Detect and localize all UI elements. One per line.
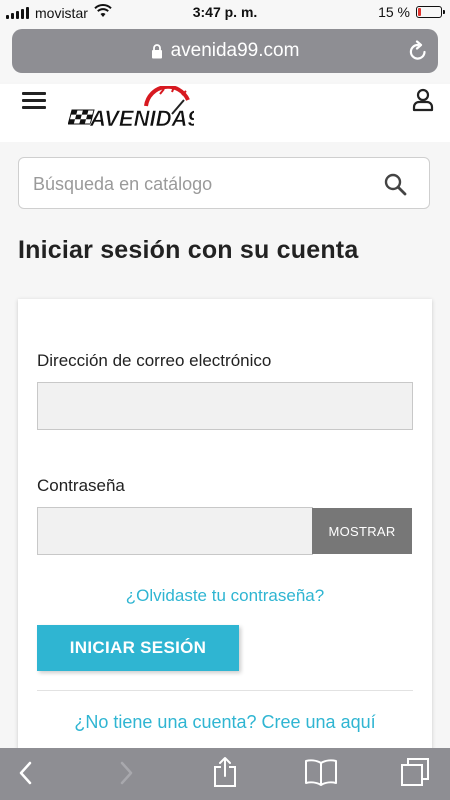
forgot-password-link[interactable]: ¿Olvidaste tu contraseña? [18, 586, 432, 606]
divider [37, 690, 413, 691]
catalog-search [18, 157, 430, 209]
create-account-link[interactable]: ¿No tiene una cuenta? Cree una aquí [18, 712, 432, 733]
share-icon[interactable] [212, 756, 238, 793]
site-logo[interactable]: AVENIDA99 [67, 84, 213, 143]
url-text: avenida99.com [170, 40, 300, 61]
status-bar: movistar 3:47 p. m. 15 % [0, 0, 450, 26]
hamburger-menu-icon[interactable] [22, 92, 46, 110]
page-title: Iniciar sesión con su cuenta [18, 236, 359, 264]
browser-address-area: avenida99.com [0, 26, 450, 82]
forward-icon[interactable] [118, 760, 134, 791]
browser-toolbar [0, 748, 450, 800]
reload-icon[interactable] [408, 40, 428, 67]
lock-icon [151, 43, 163, 59]
address-bar[interactable]: avenida99.com [12, 29, 438, 73]
search-input[interactable] [31, 170, 365, 198]
tabs-icon[interactable] [400, 757, 430, 792]
user-icon[interactable] [412, 88, 434, 117]
battery-fill [418, 8, 421, 16]
show-password-button[interactable]: MOSTRAR [312, 508, 412, 554]
password-field[interactable] [37, 507, 313, 555]
email-label: Dirección de correo electrónico [37, 351, 272, 370]
password-label: Contraseña [37, 476, 125, 495]
search-icon[interactable] [383, 172, 407, 201]
site-header: AVENIDA99 [0, 84, 450, 142]
back-icon[interactable] [18, 760, 34, 791]
battery-percent: 15 % [378, 4, 410, 20]
bookmarks-icon[interactable] [304, 758, 338, 791]
login-card: Dirección de correo electrónico Contrase… [18, 299, 432, 759]
login-submit-button[interactable]: INICIAR SESIÓN [37, 625, 239, 671]
status-right: 15 % [378, 4, 445, 20]
email-field[interactable] [37, 382, 413, 430]
logo-text: AVENIDA99 [89, 106, 194, 131]
battery-icon [416, 6, 445, 18]
